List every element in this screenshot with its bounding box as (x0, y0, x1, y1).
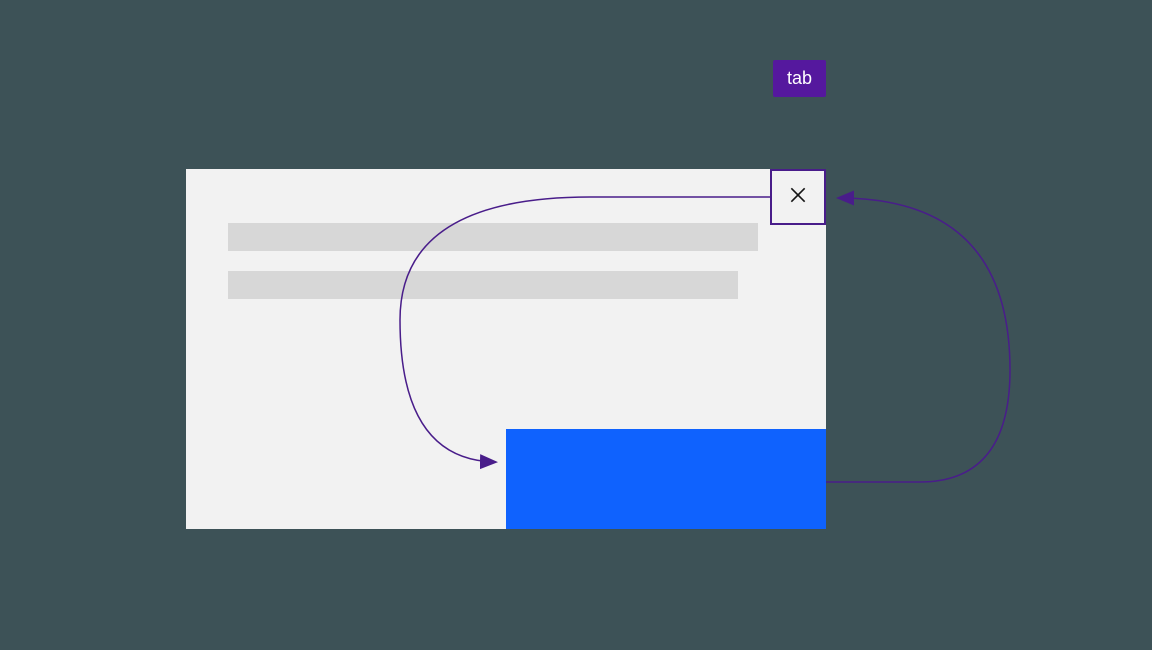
content-placeholder-line (228, 271, 738, 299)
close-icon (788, 185, 808, 210)
primary-action-button[interactable] (506, 429, 826, 529)
arrow-primary-to-close (826, 198, 1010, 482)
close-button[interactable] (770, 169, 826, 225)
content-placeholder-line (228, 223, 758, 251)
modal-dialog (186, 169, 826, 529)
tab-key-badge: tab (773, 60, 826, 97)
tab-badge-label: tab (787, 68, 812, 88)
